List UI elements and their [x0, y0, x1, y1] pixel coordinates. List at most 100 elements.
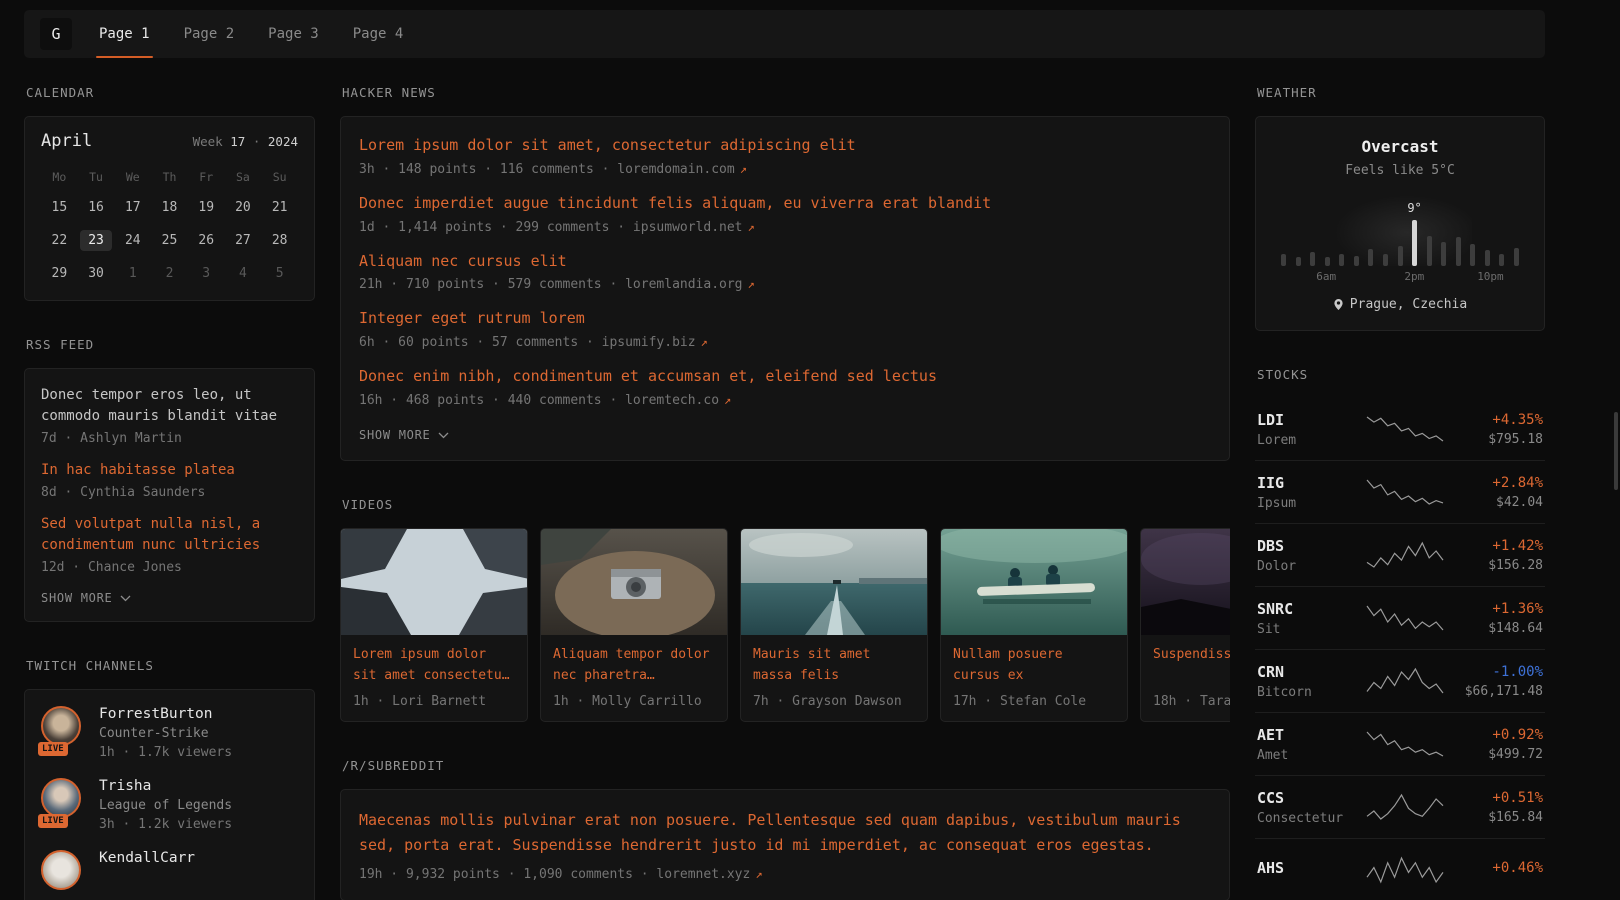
channel-name[interactable]: ForrestBurton	[99, 706, 232, 722]
middle-column: HACKER NEWS Lorem ipsum dolor sit amet, …	[340, 70, 1230, 900]
calendar-widget: April Week 17 · 2024 Mo Tu We Th Fr Sa S…	[24, 116, 315, 301]
stock-ticker: AET	[1257, 726, 1357, 744]
app-logo: G	[40, 18, 72, 50]
external-link-icon[interactable]: ↗	[748, 220, 755, 234]
stock-name: Consectetur	[1257, 811, 1357, 826]
rss-item-link[interactable]: Sed volutpat nulla nisl, a condimentum n…	[41, 514, 298, 556]
stock-ticker: AHS	[1257, 859, 1357, 877]
rss-item: Donec tempor eros leo, ut commodo mauris…	[41, 385, 298, 446]
calendar-day: 28	[261, 224, 298, 257]
stock-price: $165.84	[1453, 810, 1543, 825]
stock-row[interactable]: CCSConsectetur +0.51%$165.84	[1255, 776, 1545, 839]
hn-title-link[interactable]: Donec enim nibh, condimentum et accumsan…	[359, 366, 1211, 388]
hn-meta: 21h · 710 points · 579 comments · loreml…	[359, 277, 1211, 292]
stock-row[interactable]: AHS +0.46%	[1255, 839, 1545, 900]
video-card-body: Suspendisse diam 18h · Tara	[1141, 635, 1230, 721]
channel-name[interactable]: Trisha	[99, 778, 232, 794]
rss-show-more-button[interactable]: SHOW MORE	[41, 591, 298, 605]
calendar-day: 19	[188, 191, 225, 224]
time-label: 10pm	[1477, 270, 1504, 283]
tab-page-1[interactable]: Page 1	[96, 10, 153, 58]
rss-item-meta: 8d · Cynthia Saunders	[41, 485, 298, 500]
stock-row[interactable]: IIGIpsum +2.84%$42.04	[1255, 461, 1545, 524]
video-title-link[interactable]: Lorem ipsum dolor sit amet consectetu…	[353, 645, 515, 687]
hn-show-more-button[interactable]: SHOW MORE	[359, 428, 1211, 442]
video-meta: 1h · Molly Carrillo	[553, 694, 715, 709]
top-nav: G Page 1 Page 2 Page 3 Page 4	[24, 10, 1545, 58]
tab-page-2[interactable]: Page 2	[181, 10, 238, 58]
rss-item-link[interactable]: Donec tempor eros leo, ut commodo mauris…	[41, 385, 298, 427]
calendar-week-row: 15 16 17 18 19 20 21	[41, 191, 298, 224]
video-title-link[interactable]: Aliquam tempor dolor nec pharetra…	[553, 645, 715, 687]
calendar-day: 22	[41, 224, 78, 257]
hn-title-link[interactable]: Aliquam nec cursus elit	[359, 251, 1211, 273]
stock-ticker: SNRC	[1257, 600, 1357, 618]
video-thumbnail-sea[interactable]	[741, 529, 928, 635]
video-card[interactable]: Suspendisse diam 18h · Tara	[1140, 528, 1230, 722]
avatar-image	[41, 778, 81, 818]
stock-row[interactable]: AETAmet +0.92%$499.72	[1255, 713, 1545, 776]
stock-row[interactable]: CRNBitcorn -1.00%$66,171.48	[1255, 650, 1545, 713]
video-card[interactable]: Aliquam tempor dolor nec pharetra… 1h · …	[540, 528, 728, 722]
weather-widget: Overcast Feels like 5°C 9° 6am 2pm 10pm …	[1255, 116, 1545, 331]
twitch-section-title: TWITCH CHANNELS	[26, 658, 313, 673]
hn-meta-text: 1d · 1,414 points · 299 comments · ipsum…	[359, 220, 743, 235]
calendar-day: 18	[151, 191, 188, 224]
stock-row[interactable]: LDILorem +4.35%$795.18	[1255, 398, 1545, 461]
reddit-meta-text: 19h · 9,932 points · 1,090 comments · lo…	[359, 867, 750, 882]
video-thumbnail-canoe[interactable]	[941, 529, 1128, 635]
calendar-day: 27	[225, 224, 262, 257]
external-link-icon[interactable]: ↗	[748, 277, 755, 291]
tab-page-3[interactable]: Page 3	[265, 10, 322, 58]
scrollbar-thumb[interactable]	[1614, 412, 1618, 490]
stock-sparkline	[1363, 540, 1447, 570]
channel-info: KendallCarr	[99, 850, 195, 896]
external-link-icon[interactable]: ↗	[724, 393, 731, 407]
stocks-section-title: STOCKS	[1257, 367, 1543, 382]
hn-title-link[interactable]: Donec imperdiet augue tincidunt felis al…	[359, 193, 1211, 215]
video-card[interactable]: Mauris sit amet massa felis 7h · Grayson…	[740, 528, 928, 722]
channel-name[interactable]: KendallCarr	[99, 850, 195, 866]
stock-ticker: LDI	[1257, 411, 1357, 429]
external-link-icon[interactable]: ↗	[740, 162, 747, 176]
video-title-link[interactable]: Mauris sit amet massa felis	[753, 645, 915, 687]
twitch-channel[interactable]: KendallCarr	[41, 850, 298, 896]
external-link-icon[interactable]: ↗	[755, 867, 762, 881]
time-label: 6am	[1316, 270, 1336, 283]
weather-condition: Overcast	[1280, 137, 1520, 156]
video-title-link[interactable]: Nullam posuere cursus ex	[953, 645, 1115, 687]
channel-avatar: LIVE	[41, 706, 85, 752]
tab-page-4[interactable]: Page 4	[350, 10, 407, 58]
calendar-day-next-month: 2	[151, 257, 188, 290]
stock-change: -1.00%	[1453, 664, 1543, 680]
video-title-link[interactable]: Suspendisse diam	[1153, 645, 1230, 687]
stock-price: $795.18	[1453, 432, 1543, 447]
video-thumbnail-camera[interactable]	[541, 529, 728, 635]
weekday-label: Su	[261, 163, 298, 191]
external-link-icon[interactable]: ↗	[701, 335, 708, 349]
video-thumbnail-towers[interactable]	[341, 529, 528, 635]
hn-meta-text: 16h · 468 points · 440 comments · loremt…	[359, 393, 719, 408]
rss-widget: Donec tempor eros leo, ut commodo mauris…	[24, 368, 315, 622]
calendar-weekday-row: Mo Tu We Th Fr Sa Su	[41, 163, 298, 191]
video-thumbnail-dusk[interactable]	[1141, 529, 1230, 635]
twitch-channel[interactable]: LIVE ForrestBurton Counter-Strike 1h · 1…	[41, 706, 298, 760]
stock-row[interactable]: DBSDolor +1.42%$156.28	[1255, 524, 1545, 587]
video-card[interactable]: Nullam posuere cursus ex 17h · Stefan Co…	[940, 528, 1128, 722]
weekday-label: Fr	[188, 163, 225, 191]
stock-change: +1.36%	[1453, 601, 1543, 617]
reddit-post-link[interactable]: Maecenas mollis pulvinar erat non posuer…	[359, 808, 1211, 859]
hn-title-link[interactable]: Integer eget rutrum lorem	[359, 308, 1211, 330]
hn-title-link[interactable]: Lorem ipsum dolor sit amet, consectetur …	[359, 135, 1211, 157]
weather-feels-like: Feels like 5°C	[1280, 163, 1520, 178]
stock-row[interactable]: SNRCSit +1.36%$148.64	[1255, 587, 1545, 650]
rss-item-link[interactable]: In hac habitasse platea	[41, 460, 298, 481]
twitch-channel[interactable]: LIVE Trisha League of Legends 3h · 1.2k …	[41, 778, 298, 832]
video-card[interactable]: Lorem ipsum dolor sit amet consectetu… 1…	[340, 528, 528, 722]
hn-meta: 1d · 1,414 points · 299 comments · ipsum…	[359, 220, 1211, 235]
weather-hourly-chart: 9° 6am 2pm 10pm	[1280, 192, 1520, 284]
hackernews-widget: Lorem ipsum dolor sit amet, consectetur …	[340, 116, 1230, 461]
rss-item: Sed volutpat nulla nisl, a condimentum n…	[41, 514, 298, 575]
video-card-body: Mauris sit amet massa felis 7h · Grayson…	[741, 635, 927, 721]
live-badge: LIVE	[38, 814, 68, 828]
